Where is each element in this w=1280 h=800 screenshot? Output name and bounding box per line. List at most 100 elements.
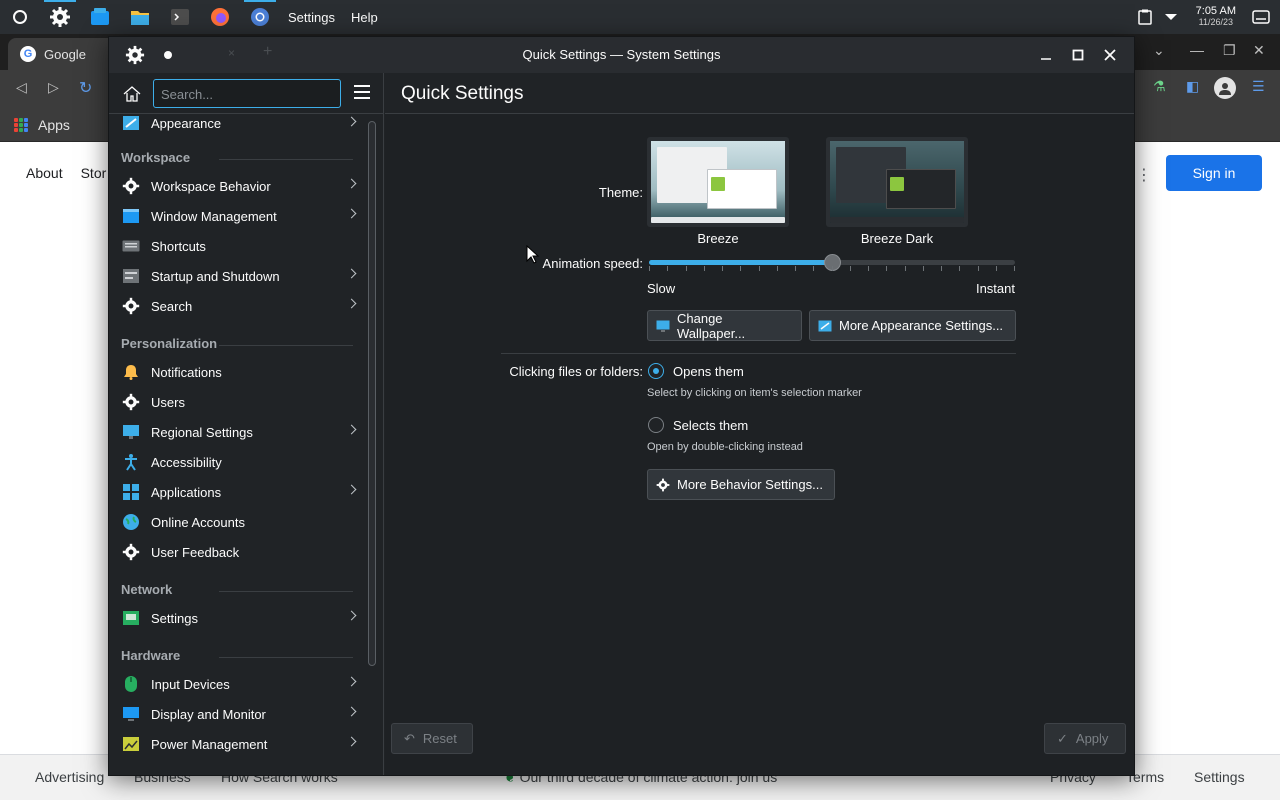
footer-advertising[interactable]: Advertising — [35, 769, 104, 785]
opens-them-radio[interactable] — [648, 363, 664, 379]
window-titlebar[interactable]: × + Quick Settings — System Settings — [109, 37, 1134, 73]
slider-tick — [959, 266, 961, 271]
side-panel-icon[interactable]: ◧ — [1186, 78, 1199, 95]
sidebar-item-power-management[interactable]: Power Management — [109, 729, 367, 759]
sidebar-label: Search — [151, 298, 193, 314]
sidebar-item-startup-shutdown[interactable]: Startup and Shutdown — [109, 261, 367, 291]
slider-tick — [813, 266, 815, 271]
profile-avatar-icon[interactable] — [1214, 77, 1236, 99]
sidebar-label: Applications — [151, 484, 222, 500]
slider-max-label: Instant — [975, 281, 1015, 296]
app-launcher-button[interactable] — [0, 0, 40, 34]
power-icon — [121, 734, 141, 754]
footer-settings[interactable]: Settings — [1194, 769, 1245, 785]
selects-them-radio[interactable] — [648, 417, 664, 433]
maximize-button[interactable] — [1066, 43, 1090, 67]
slider-tick — [685, 266, 687, 271]
taskbar-system-settings[interactable] — [40, 0, 80, 34]
sidebar-label: Input Devices — [151, 676, 230, 692]
terminal-icon — [171, 9, 189, 25]
slider-tick — [831, 266, 833, 271]
sidebar-item-appearance[interactable]: Appearance — [109, 109, 367, 137]
menu-icon[interactable]: ☰ — [1252, 78, 1265, 95]
theme-breeze-thumbnail[interactable] — [647, 137, 789, 227]
tab-search-icon[interactable]: ⌄ — [1153, 42, 1165, 59]
sidebar-label: Appearance — [151, 115, 222, 131]
sidebar-item-notifications[interactable]: Notifications — [109, 357, 367, 387]
window-gear-icon[interactable] — [125, 45, 145, 65]
sidebar-item-network-settings[interactable]: Settings — [109, 603, 367, 633]
keep-above-dot-icon[interactable] — [164, 51, 172, 59]
sidebar-item-input-devices[interactable]: Input Devices — [109, 669, 367, 699]
more-behavior-settings-button[interactable]: More Behavior Settings... — [647, 469, 835, 500]
clipboard-icon[interactable] — [1137, 9, 1152, 25]
link-store[interactable]: Stor — [81, 165, 107, 181]
slider-tick — [868, 266, 869, 271]
sidebar-item-shortcuts[interactable]: Shortcuts — [109, 231, 367, 261]
sidebar-item-user-feedback[interactable]: User Feedback — [109, 537, 367, 567]
back-icon[interactable]: ◁ — [16, 79, 27, 96]
sidebar-item-display-monitor[interactable]: Display and Monitor — [109, 699, 367, 729]
reset-button[interactable]: ↶ Reset — [391, 723, 473, 754]
minimize-icon — [1041, 58, 1051, 60]
link-about[interactable]: About — [26, 165, 63, 181]
restore-icon[interactable]: ❐ — [1223, 42, 1236, 59]
folder-icon — [131, 11, 149, 25]
more-appearance-settings-button[interactable]: More Appearance Settings... — [809, 310, 1016, 341]
sidebar-item-search[interactable]: Search — [109, 291, 367, 321]
opens-them-label[interactable]: Opens them — [673, 364, 744, 379]
minimize-button[interactable] — [1034, 43, 1058, 67]
chevron-right-icon — [346, 484, 357, 495]
show-desktop-icon[interactable] — [1252, 10, 1270, 24]
close-icon[interactable]: ✕ — [1253, 42, 1265, 59]
taskbar-chromium[interactable] — [240, 0, 280, 34]
hamburger-menu-icon[interactable] — [354, 85, 370, 99]
reload-icon[interactable]: ↻ — [79, 78, 92, 98]
forward-icon[interactable]: ▷ — [48, 79, 59, 96]
search-input[interactable]: Search... — [153, 79, 341, 108]
selects-them-label[interactable]: Selects them — [673, 418, 748, 433]
theme-label: Theme: — [598, 185, 643, 200]
gear-icon — [121, 296, 141, 316]
sidebar-item-accessibility[interactable]: Accessibility — [109, 447, 367, 477]
system-tray: 7:05 AM 11/26/23 — [1137, 0, 1280, 34]
taskbar-firefox[interactable] — [200, 0, 240, 34]
minimize-icon[interactable]: — — [1190, 42, 1204, 58]
chevron-right-icon — [346, 736, 357, 747]
taskbar-file-manager[interactable] — [120, 0, 160, 34]
global-menu-help[interactable]: Help — [343, 10, 386, 25]
tray-expand-icon[interactable] — [1164, 12, 1178, 22]
close-button[interactable] — [1098, 43, 1122, 67]
sidebar-item-window-management[interactable]: Window Management — [109, 201, 367, 231]
sign-in-button[interactable]: Sign in — [1166, 155, 1262, 191]
accessibility-icon — [121, 452, 141, 472]
change-wallpaper-button[interactable]: Change Wallpaper... — [647, 310, 802, 341]
sidebar-item-online-accounts[interactable]: Online Accounts — [109, 507, 367, 537]
home-button[interactable] — [121, 83, 143, 105]
taskbar-terminal[interactable] — [160, 0, 200, 34]
theme-breeze-dark-thumbnail[interactable] — [826, 137, 968, 227]
slider-tick — [995, 266, 997, 271]
quick-settings-page: Quick Settings Theme: Breeze Breeze Dark… — [385, 73, 1134, 775]
google-apps-kebab-icon[interactable]: ⋮ — [1136, 165, 1152, 185]
sidebar-label: Workspace Behavior — [151, 178, 271, 194]
labs-icon[interactable]: ⚗ — [1153, 78, 1166, 95]
sidebar-item-workspace-behavior[interactable]: Workspace Behavior — [109, 171, 367, 201]
sidebar-scrollbar[interactable] — [368, 121, 376, 666]
bookmark-apps[interactable]: Apps — [38, 117, 70, 133]
sidebar-item-regional-settings[interactable]: Regional Settings — [109, 417, 367, 447]
gear-icon — [121, 392, 141, 412]
slider-fill — [649, 260, 832, 265]
gear-icon — [121, 176, 141, 196]
slider-tick — [776, 266, 778, 271]
global-menu-settings[interactable]: Settings — [280, 10, 343, 25]
sidebar-item-users[interactable]: Users — [109, 387, 367, 417]
globe-icon — [121, 512, 141, 532]
taskbar-discover[interactable] — [80, 0, 120, 34]
digital-clock[interactable]: 7:05 AM 11/26/23 — [1196, 6, 1236, 28]
animation-speed-slider[interactable] — [649, 254, 1015, 271]
apply-button[interactable]: ✓ Apply — [1044, 723, 1126, 754]
store-icon — [91, 8, 109, 25]
network-icon — [121, 608, 141, 628]
sidebar-item-applications[interactable]: Applications — [109, 477, 367, 507]
